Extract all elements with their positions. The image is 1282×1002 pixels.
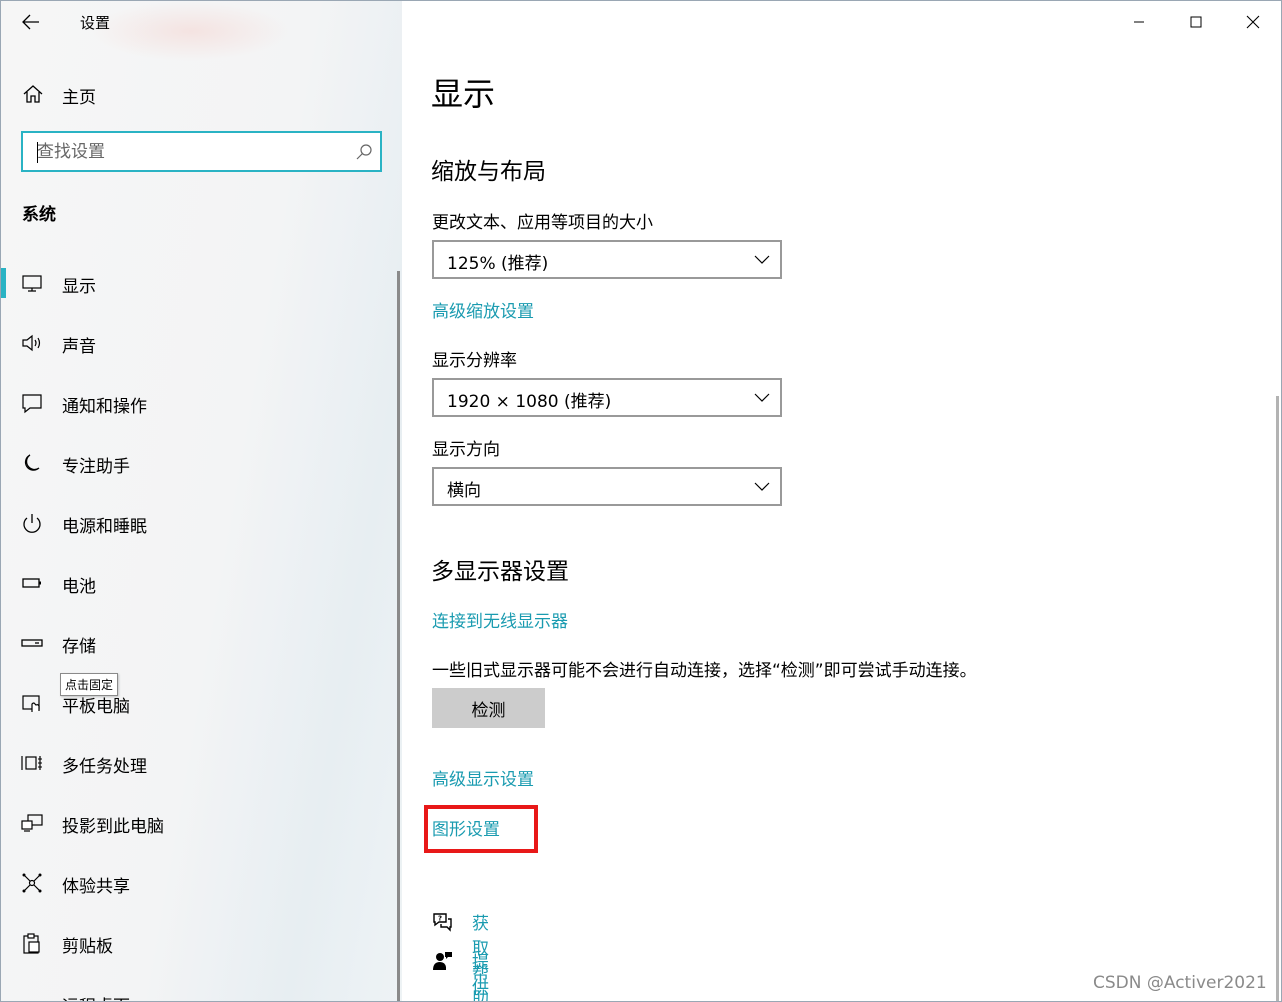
sidebar-scrollbar[interactable]	[397, 271, 400, 1001]
battery-icon	[22, 578, 41, 588]
share-icon	[22, 873, 42, 893]
chevron-down-icon	[754, 393, 770, 402]
remote-desktop-icon	[20, 992, 44, 1002]
back-arrow-icon	[22, 14, 39, 30]
resolution-label: 显示分辨率	[432, 351, 517, 371]
close-icon	[1246, 15, 1260, 29]
sidebar-item-label: 电源和睡眠	[62, 517, 147, 537]
sidebar-item-power[interactable]: 电源和睡眠	[1, 495, 397, 551]
scale-dropdown[interactable]: 125% (推荐)	[432, 240, 782, 279]
sidebar-item-label: 远程桌面	[62, 992, 130, 1001]
orientation-dropdown[interactable]: 横向	[432, 467, 782, 506]
chevron-down-icon	[754, 255, 770, 264]
home-icon	[23, 85, 43, 103]
sidebar-item-shared-experiences[interactable]: 体验共享	[1, 855, 397, 911]
settings-window: 设置 主页 系统 显示	[0, 0, 1282, 1002]
main-scrollbar[interactable]	[1276, 396, 1279, 1001]
detect-button[interactable]: 检测	[432, 688, 545, 728]
monitor-icon	[22, 275, 42, 292]
sidebar-item-display[interactable]: 显示	[1, 255, 397, 311]
text-caret	[37, 142, 38, 163]
highlight-annotation-box	[424, 805, 538, 853]
sidebar-item-clipboard[interactable]: 剪贴板	[1, 915, 397, 971]
svg-text:?: ?	[438, 915, 442, 923]
active-indicator	[1, 268, 6, 298]
sidebar-item-label: 存储	[62, 637, 96, 657]
pin-tooltip: 点击固定	[60, 673, 119, 696]
sidebar-item-label: 电池	[62, 577, 96, 597]
sidebar-item-label: 剪贴板	[62, 937, 113, 957]
maximize-button[interactable]	[1174, 6, 1218, 38]
minimize-icon	[1134, 21, 1144, 23]
sidebar-item-home-label: 主页	[62, 88, 96, 108]
moon-icon	[24, 454, 40, 471]
feedback-label: 提供反馈	[472, 953, 489, 998]
app-title: 设置	[80, 14, 111, 32]
scale-label: 更改文本、应用等项目的大小	[432, 213, 653, 233]
search-input[interactable]	[37, 140, 337, 164]
tablet-icon	[22, 695, 40, 712]
detect-description: 一些旧式显示器可能不会进行自动连接，选择“检测”即可尝试手动连接。	[432, 661, 977, 681]
advanced-scaling-link[interactable]: 高级缩放设置	[432, 297, 534, 322]
sidebar-item-label: 显示	[62, 277, 96, 297]
sidebar-item-label: 通知和操作	[62, 397, 147, 417]
minimize-button[interactable]	[1117, 6, 1161, 38]
sidebar-item-label: 体验共享	[62, 877, 130, 897]
clipboard-icon	[23, 933, 40, 954]
advanced-display-link[interactable]: 高级显示设置	[432, 765, 534, 790]
search-box[interactable]	[21, 131, 382, 172]
sidebar-item-notifications[interactable]: 通知和操作	[1, 375, 397, 431]
maximize-icon	[1190, 16, 1202, 28]
sidebar-item-multitasking[interactable]: 多任务处理	[1, 735, 397, 791]
feedback-icon	[433, 952, 452, 970]
sidebar-item-sound[interactable]: 声音	[1, 315, 397, 371]
resolution-dropdown[interactable]: 1920 × 1080 (推荐)	[432, 378, 782, 417]
sidebar-item-battery[interactable]: 电池	[1, 555, 397, 611]
power-icon	[23, 514, 41, 533]
orientation-label: 显示方向	[432, 440, 500, 460]
page-title: 显示	[431, 75, 496, 113]
sidebar-item-home[interactable]: 主页	[1, 73, 401, 115]
scale-layout-heading: 缩放与布局	[431, 159, 546, 185]
sidebar-item-label: 声音	[62, 337, 96, 357]
sidebar-item-storage[interactable]: 存储	[1, 615, 397, 671]
orientation-dropdown-value: 横向	[447, 481, 481, 501]
sidebar-item-remote-desktop[interactable]: 远程桌面	[1, 975, 397, 1002]
sidebar-item-label: 专注助手	[62, 457, 130, 477]
speaker-icon	[22, 334, 41, 352]
back-button[interactable]	[11, 5, 51, 39]
multi-display-heading: 多显示器设置	[431, 559, 569, 585]
sidebar-item-label: 多任务处理	[62, 757, 147, 777]
storage-icon	[21, 639, 43, 647]
watermark: CSDN @Activer2021	[1093, 973, 1267, 993]
sidebar-item-project[interactable]: 投影到此电脑	[1, 795, 397, 851]
close-button[interactable]	[1231, 6, 1275, 38]
scale-dropdown-value: 125% (推荐)	[447, 254, 549, 274]
multitask-icon	[21, 756, 42, 770]
section-heading-system: 系统	[22, 205, 56, 225]
resolution-dropdown-value: 1920 × 1080 (推荐)	[447, 392, 612, 412]
sidebar-item-focus-assist[interactable]: 专注助手	[1, 435, 397, 491]
help-chat-icon: ?	[433, 913, 452, 932]
sidebar: 设置 主页 系统 显示	[1, 1, 402, 1002]
wireless-display-link[interactable]: 连接到无线显示器	[432, 607, 568, 632]
project-icon	[21, 814, 43, 832]
notification-icon	[22, 394, 42, 414]
chevron-down-icon	[754, 482, 770, 491]
sidebar-item-label: 投影到此电脑	[62, 817, 164, 837]
search-icon[interactable]	[355, 143, 373, 161]
